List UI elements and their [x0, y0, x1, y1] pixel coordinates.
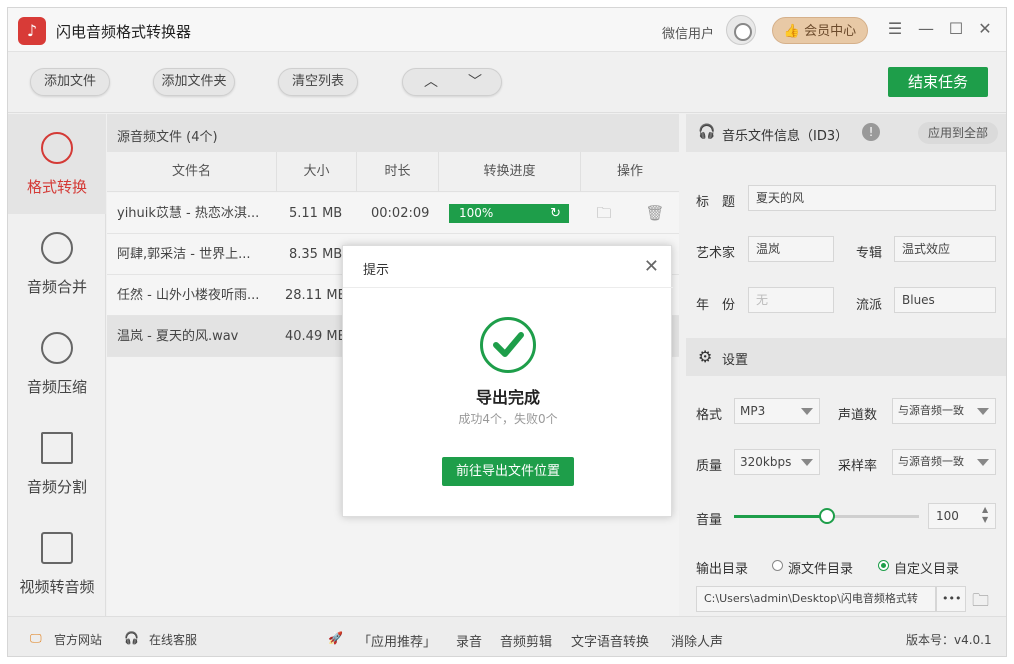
dialog-title: 提示: [363, 263, 390, 278]
modal-overlay: 提示 ✕ 导出完成 成功4个，失败0个 前往导出文件位置: [8, 8, 1006, 656]
dialog-detail: 成功4个，失败0个: [458, 412, 558, 426]
dialog-header: 提示 ✕: [343, 246, 673, 288]
dialog-message: 导出完成: [475, 388, 540, 407]
check-icon: [480, 317, 536, 373]
app-window: ♪ 闪电音频格式转换器 微信用户 👍 会员中心 ☰ — ☐ ✕ 添加文件 添加文…: [7, 7, 1007, 657]
open-export-location-button[interactable]: 前往导出文件位置: [442, 457, 574, 486]
close-icon[interactable]: ✕: [644, 256, 659, 277]
export-dialog: 提示 ✕ 导出完成 成功4个，失败0个 前往导出文件位置: [342, 245, 673, 517]
